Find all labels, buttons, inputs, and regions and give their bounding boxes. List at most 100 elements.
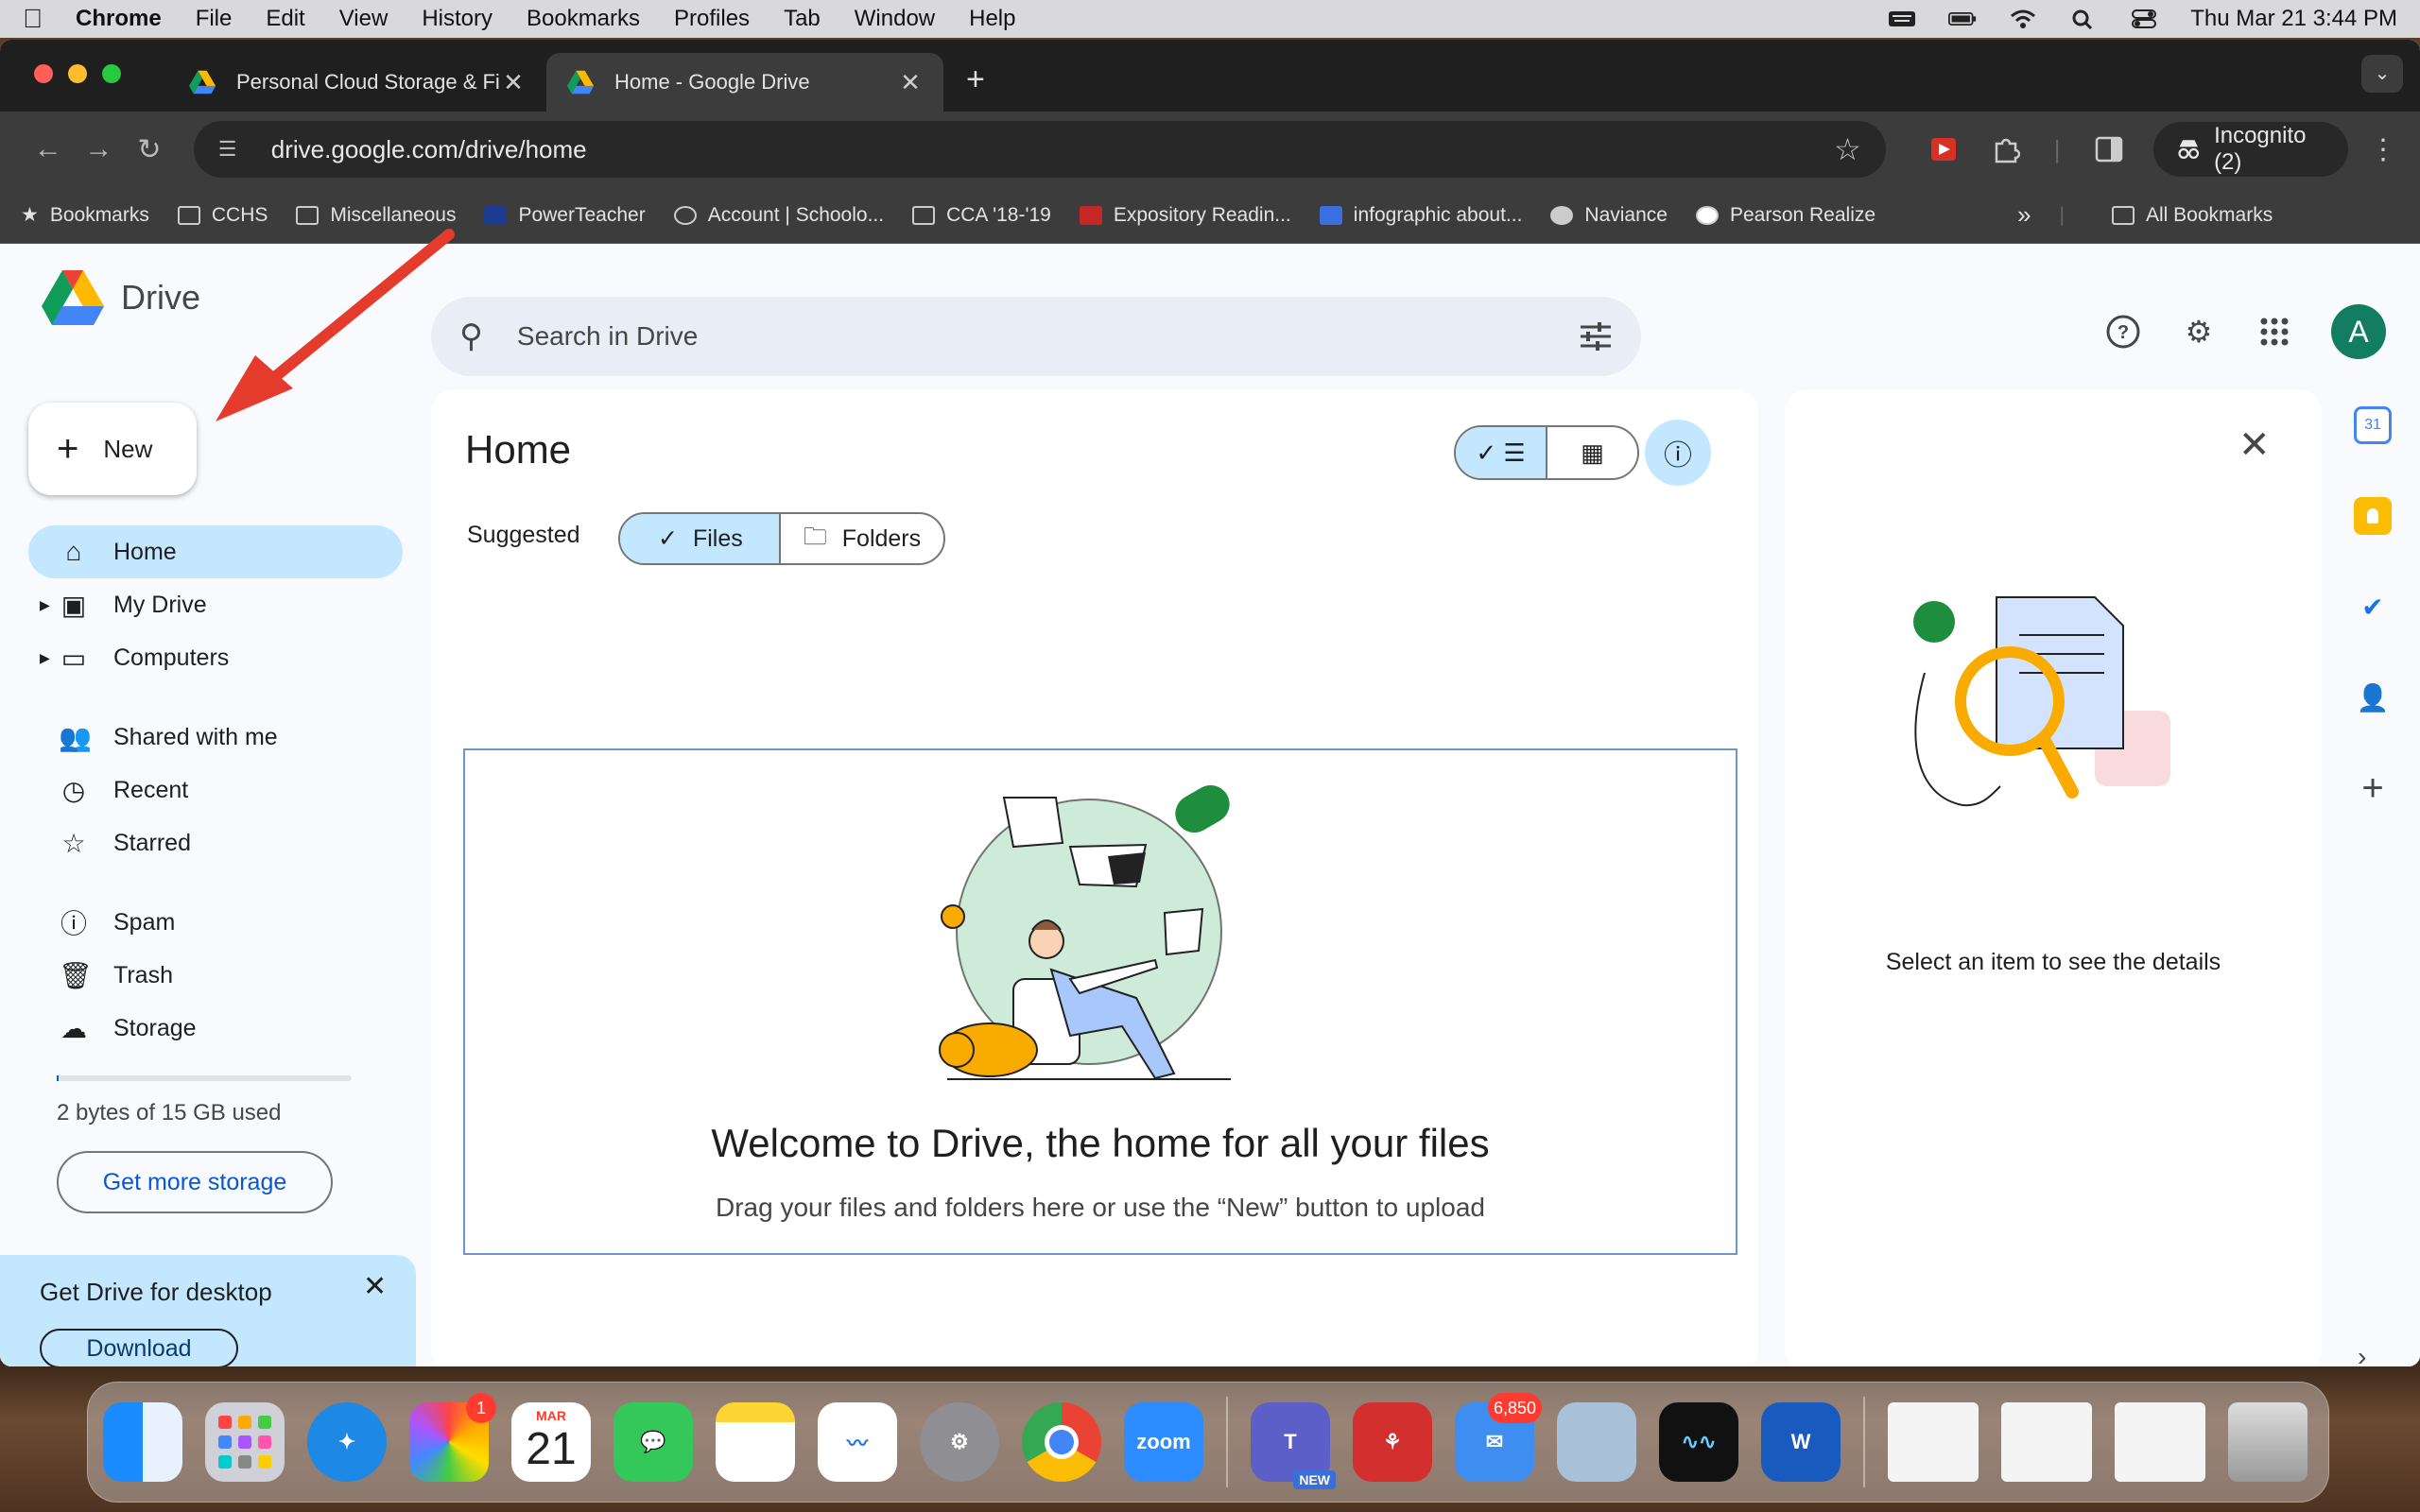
new-tab-button[interactable]: +: [966, 61, 985, 98]
bookmark-bookmarks[interactable]: ★ Bookmarks: [21, 203, 149, 227]
photos-app-icon[interactable]: 1: [409, 1393, 496, 1482]
control-center-icon[interactable]: [2130, 9, 2158, 29]
menu-tab[interactable]: Tab: [784, 6, 821, 32]
finder-app-icon[interactable]: [103, 1402, 182, 1482]
close-window-button[interactable]: [34, 64, 53, 83]
freeform-app-icon[interactable]: 〰: [818, 1402, 897, 1482]
files-chip[interactable]: ✓ Files: [620, 514, 779, 563]
bookmark-powerteacher[interactable]: PowerTeacher: [484, 204, 646, 227]
all-bookmarks-button[interactable]: All Bookmarks: [2112, 204, 2273, 227]
sidebar-item-home[interactable]: ⌂ Home: [28, 525, 403, 578]
help-icon[interactable]: ?: [2104, 313, 2142, 351]
notchmeister-app-icon[interactable]: ∿∿: [1659, 1402, 1738, 1482]
launchpad-app-icon[interactable]: [205, 1402, 285, 1482]
minimize-window-button[interactable]: [68, 64, 87, 83]
menu-profiles[interactable]: Profiles: [674, 6, 750, 32]
address-url[interactable]: drive.google.com/drive/home: [271, 135, 1834, 164]
site-info-icon[interactable]: ☰: [218, 137, 247, 162]
google-apps-icon[interactable]: [2256, 313, 2293, 351]
menubar-clock[interactable]: Thu Mar 21 3:44 PM: [2190, 6, 2397, 32]
menu-edit[interactable]: Edit: [266, 6, 304, 32]
menu-view[interactable]: View: [339, 6, 389, 32]
tasks-addon-icon[interactable]: ✔: [2354, 588, 2392, 626]
forward-button[interactable]: →: [74, 133, 125, 165]
teams-app-icon[interactable]: T NEW: [1251, 1402, 1336, 1489]
recent-window-thumbnail[interactable]: [1888, 1402, 1979, 1482]
drive-logo[interactable]: Drive: [42, 270, 200, 325]
sidebar-item-recent[interactable]: ◷ Recent: [28, 764, 403, 816]
settings-gear-icon[interactable]: ⚙: [2180, 313, 2218, 351]
bookmark-schoology[interactable]: Account | Schoolo...: [673, 204, 884, 227]
back-button[interactable]: ←: [23, 133, 74, 165]
drive-search-bar[interactable]: ⚲ Search in Drive: [431, 297, 1641, 376]
keyboard-icon[interactable]: [1888, 9, 1916, 29]
menu-history[interactable]: History: [422, 6, 493, 32]
sidebar-item-starred[interactable]: ☆ Starred: [28, 816, 403, 869]
close-details-icon[interactable]: ✕: [2238, 423, 2271, 467]
menu-file[interactable]: File: [196, 6, 233, 32]
menu-bookmarks[interactable]: Bookmarks: [527, 6, 640, 32]
acrobat-app-icon[interactable]: ⚘: [1353, 1402, 1432, 1482]
messages-app-icon[interactable]: 💬: [614, 1402, 693, 1482]
expand-side-panel-icon[interactable]: ›: [2358, 1342, 2366, 1366]
notes-app-icon[interactable]: [716, 1402, 795, 1482]
sidebar-item-storage[interactable]: ☁ Storage: [28, 1002, 403, 1055]
sidebar-item-spam[interactable]: ⓘ Spam: [28, 896, 403, 949]
get-addons-icon[interactable]: +: [2354, 767, 2392, 809]
bookmark-infographic[interactable]: infographic about...: [1319, 204, 1522, 227]
zoom-app-icon[interactable]: zoom: [1124, 1402, 1203, 1482]
details-info-button[interactable]: ⓘ: [1645, 420, 1711, 486]
menu-window[interactable]: Window: [855, 6, 935, 32]
safari-app-icon[interactable]: ✦: [307, 1402, 387, 1482]
incognito-indicator[interactable]: Incognito (2): [2152, 122, 2348, 177]
word-app-icon[interactable]: W: [1761, 1402, 1841, 1482]
new-button[interactable]: + New: [28, 403, 197, 495]
list-view-button[interactable]: ✓ ☰: [1456, 427, 1546, 478]
bookmark-star-icon[interactable]: ☆: [1834, 131, 1861, 167]
get-more-storage-button[interactable]: Get more storage: [57, 1151, 333, 1213]
system-settings-app-icon[interactable]: ⚙: [920, 1402, 999, 1482]
recent-window-thumbnail[interactable]: [2001, 1402, 2092, 1482]
wifi-icon[interactable]: [2009, 9, 2037, 29]
spotlight-search-icon[interactable]: [2069, 9, 2098, 29]
search-input[interactable]: Search in Drive: [517, 321, 1579, 352]
zoom-window-button[interactable]: [102, 64, 121, 83]
close-tab-icon[interactable]: ✕: [501, 68, 526, 97]
welcome-drop-zone[interactable]: Welcome to Drive, the home for all your …: [463, 748, 1737, 1255]
side-panel-icon[interactable]: [2095, 136, 2123, 163]
apple-menu-icon[interactable]: : [23, 4, 57, 34]
contacts-addon-icon[interactable]: 👤: [2354, 679, 2392, 716]
sidebar-item-computers[interactable]: ▶ ▭ Computers: [28, 631, 403, 684]
tab-google-drive-home[interactable]: Home - Google Drive ✕: [546, 53, 943, 112]
search-options-icon[interactable]: [1579, 321, 1613, 352]
expand-arrow-icon[interactable]: ▶: [40, 650, 50, 666]
bookmark-naviance[interactable]: Naviance: [1550, 204, 1668, 227]
trash-app-icon[interactable]: [2228, 1402, 2308, 1482]
tab-search-button[interactable]: ⌄: [2361, 55, 2403, 93]
grid-view-button[interactable]: ▦: [1546, 427, 1637, 478]
mail-app-icon[interactable]: ✉ 6,850: [1455, 1393, 1542, 1482]
menu-app-name[interactable]: Chrome: [76, 6, 162, 32]
tab-personal-cloud-storage[interactable]: Personal Cloud Storage & File ✕: [168, 53, 546, 112]
address-bar[interactable]: ☰ drive.google.com/drive/home ☆: [193, 121, 1886, 178]
chrome-menu-icon[interactable]: ⋮: [2369, 133, 2397, 166]
calendar-app-icon[interactable]: MAR 21: [511, 1402, 591, 1482]
close-tab-icon[interactable]: ✕: [898, 68, 923, 97]
close-promo-icon[interactable]: ✕: [363, 1270, 387, 1303]
folders-chip[interactable]: 🗀 Folders: [778, 514, 943, 563]
menu-help[interactable]: Help: [969, 6, 1015, 32]
more-bookmarks-button[interactable]: »: [2017, 200, 2031, 230]
recent-window-thumbnail[interactable]: [2115, 1402, 2205, 1482]
download-button[interactable]: Download: [40, 1329, 238, 1366]
battery-icon[interactable]: [1948, 9, 1977, 29]
reload-button[interactable]: ↻: [124, 133, 175, 166]
sidebar-item-my-drive[interactable]: ▶ ▣ My Drive: [28, 578, 403, 631]
extension-red-icon[interactable]: [1929, 136, 1958, 163]
extensions-puzzle-icon[interactable]: [1992, 135, 2020, 163]
bookmark-pearson-realize[interactable]: Pearson Realize: [1695, 204, 1876, 227]
sidebar-item-trash[interactable]: 🗑 Trash: [28, 949, 403, 1002]
bookmark-expository-reading[interactable]: Expository Readin...: [1079, 204, 1291, 227]
bookmark-cca[interactable]: CCA '18-'19: [912, 204, 1051, 227]
keep-addon-icon[interactable]: [2354, 497, 2392, 535]
preview-app-icon[interactable]: [1557, 1402, 1636, 1482]
